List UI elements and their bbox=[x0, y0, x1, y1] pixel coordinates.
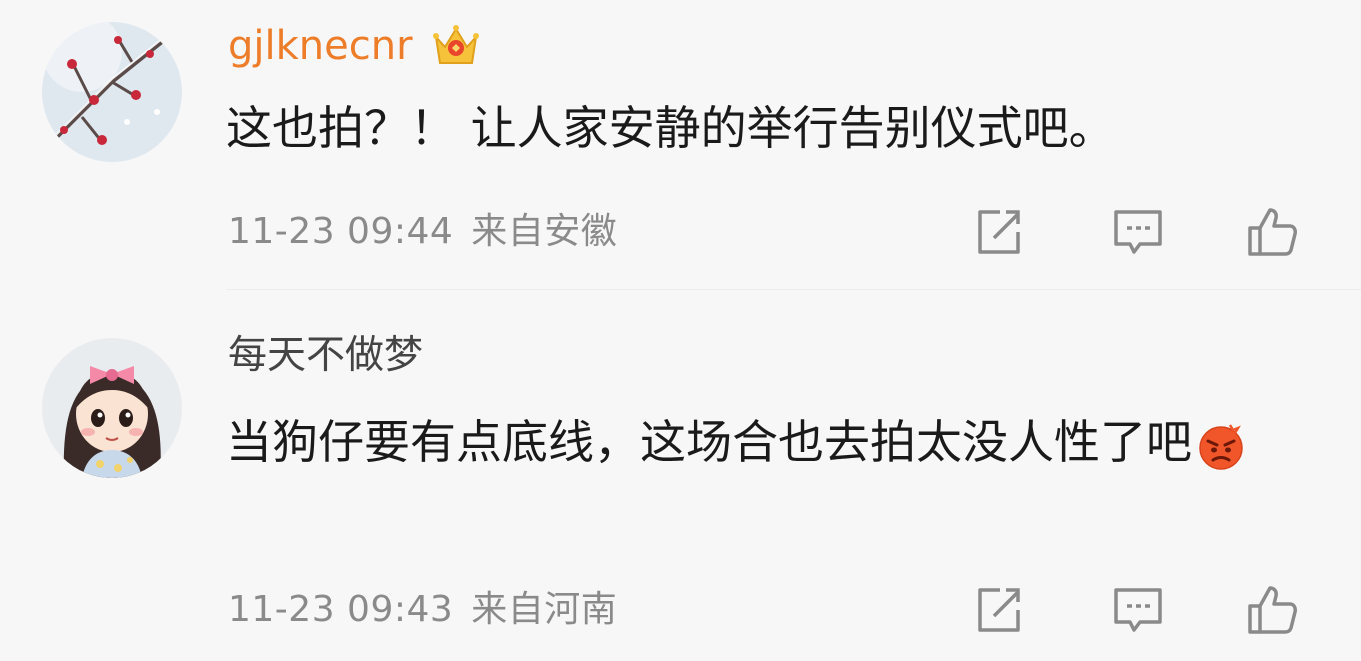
username[interactable]: gjlknecnr bbox=[228, 22, 481, 70]
share-button[interactable] bbox=[970, 204, 1026, 260]
share-button[interactable] bbox=[970, 582, 1026, 638]
username-label: gjlknecnr bbox=[228, 23, 413, 69]
reply-button[interactable] bbox=[1110, 582, 1166, 638]
share-icon bbox=[978, 588, 1020, 632]
thumbs-up-icon bbox=[1248, 208, 1297, 256]
timestamp: 11-23 09:44 bbox=[228, 211, 454, 252]
angry-face-emoji-icon bbox=[1196, 421, 1246, 471]
comment-text: 当狗仔要有点底线，这场合也去拍太没人性了吧 bbox=[226, 408, 1316, 476]
comment-item: gjlknecnr 这也拍？！ 让人家安静的举行告别仪式吧。 11-23 09:… bbox=[0, 0, 1361, 290]
comment-icon bbox=[1114, 588, 1162, 632]
like-button[interactable] bbox=[1244, 582, 1300, 638]
comment-text: 这也拍？！ 让人家安静的举行告别仪式吧。 bbox=[226, 101, 1115, 155]
location: 来自安徽 bbox=[471, 211, 618, 252]
share-icon bbox=[978, 210, 1020, 254]
comment-text-content: 当狗仔要有点底线，这场合也去拍太没人性了吧 bbox=[226, 415, 1192, 469]
like-button[interactable] bbox=[1244, 204, 1300, 260]
comment-icon bbox=[1114, 210, 1162, 254]
avatar[interactable] bbox=[42, 338, 182, 478]
comment-item: 每天不做梦 当狗仔要有点底线，这场合也去拍太没人性了吧 11-23 09:43 来… bbox=[0, 290, 1361, 661]
vip-crown-icon bbox=[431, 23, 481, 69]
timestamp: 11-23 09:43 bbox=[228, 589, 454, 630]
username-label: 每天不做梦 bbox=[228, 333, 424, 378]
location: 来自河南 bbox=[471, 589, 618, 630]
snowy-plum-branch-avatar-icon bbox=[42, 22, 182, 162]
comment-meta: 11-23 09:44 来自安徽 bbox=[228, 210, 617, 254]
avatar[interactable] bbox=[42, 22, 182, 162]
thumbs-up-icon bbox=[1248, 586, 1297, 634]
cartoon-girl-avatar-icon bbox=[42, 338, 182, 478]
reply-button[interactable] bbox=[1110, 204, 1166, 260]
username[interactable]: 每天不做梦 bbox=[228, 332, 423, 380]
comment-meta: 11-23 09:43 来自河南 bbox=[228, 588, 617, 632]
